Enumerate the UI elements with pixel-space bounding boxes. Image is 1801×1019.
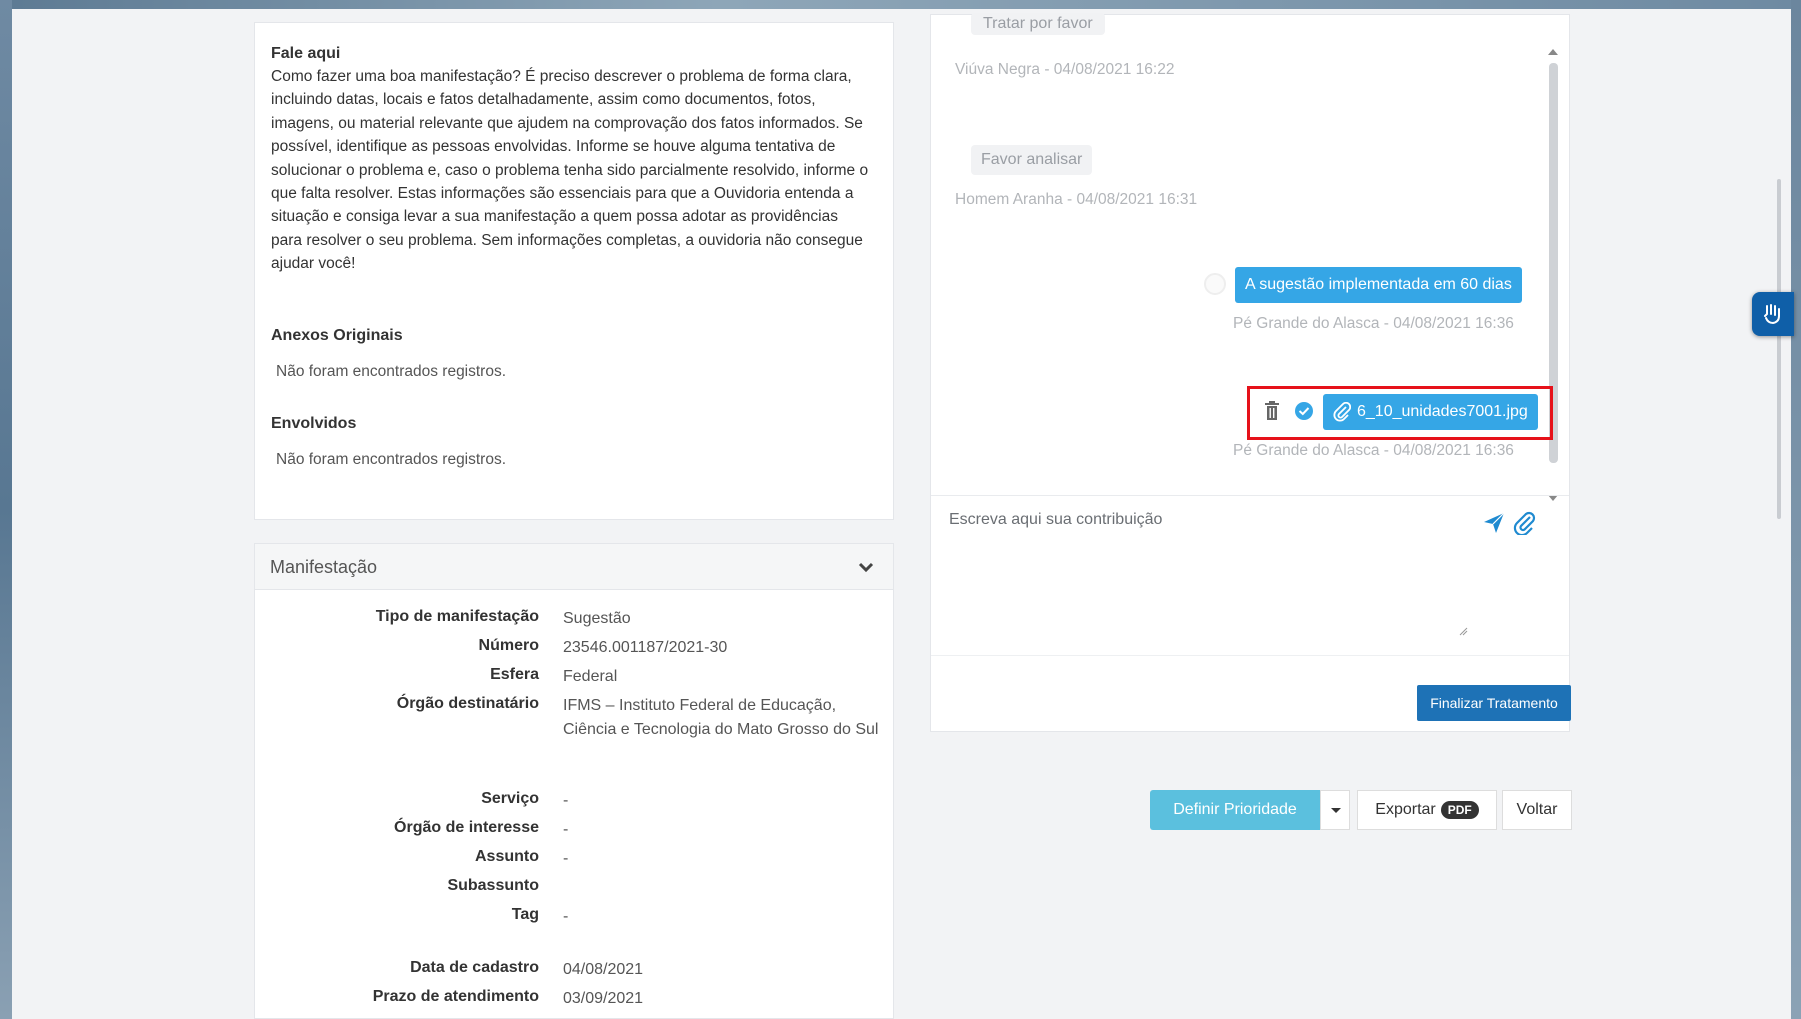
chat-message-own: A sugestão implementada em 60 dias <box>1235 267 1522 303</box>
export-pdf-button[interactable]: Exportar PDF <box>1357 790 1497 830</box>
send-icon[interactable] <box>1482 511 1506 535</box>
field-value: - <box>563 850 569 867</box>
field-value: - <box>563 821 569 838</box>
field-label: Data de cadastro <box>410 959 539 976</box>
anexos-title: Anexos Originais <box>271 327 403 344</box>
scroll-up-icon[interactable] <box>1548 49 1558 55</box>
sign-language-icon <box>1764 304 1780 325</box>
page-scrollbar[interactable] <box>1777 179 1781 519</box>
attach-icon[interactable] <box>1513 511 1537 535</box>
field-label: Tipo de manifestação <box>375 608 539 625</box>
field-label: Assunto <box>475 848 539 865</box>
read-status-icon <box>1204 273 1226 295</box>
field-value: - <box>563 908 569 925</box>
chat-message: Tratar por favor <box>971 13 1105 35</box>
field-label: Subassunto <box>447 877 539 894</box>
highlight-box <box>1247 386 1553 440</box>
field-label: Número <box>478 637 539 654</box>
chat-panel: Tratar por favor Viúva Negra - 04/08/202… <box>930 13 1571 732</box>
chat-scrollbar[interactable] <box>1546 33 1558 513</box>
caret-down-icon <box>1331 808 1341 813</box>
anexos-empty: Não foram encontrados registros. <box>276 363 507 380</box>
divider <box>931 655 1569 656</box>
resize-handle-icon[interactable] <box>1458 626 1468 636</box>
contribution-input[interactable]: Escreva aqui sua contribuição <box>949 511 1469 641</box>
manifestacao-card: Tipo de manifestação Sugestão Número 235… <box>254 590 894 1019</box>
envolvidos-empty: Não foram encontrados registros. <box>276 451 507 468</box>
priority-dropdown-button[interactable] <box>1320 790 1350 830</box>
back-button[interactable]: Voltar <box>1502 790 1572 830</box>
chat-message: Favor analisar <box>971 145 1093 175</box>
chat-message-meta: Viúva Negra - 04/08/2021 16:22 <box>955 61 1175 78</box>
chevron-down-icon[interactable] <box>857 558 875 576</box>
chat-message-meta: Pé Grande do Alasca - 04/08/2021 16:36 <box>1233 315 1514 332</box>
envolvidos-title: Envolvidos <box>271 415 357 432</box>
field-value: Sugestão <box>563 610 631 627</box>
field-value: IFMS – Instituto Federal de Educação, Ci… <box>563 697 879 738</box>
divider <box>931 495 1569 496</box>
field-value: 03/09/2021 <box>563 990 644 1007</box>
field-value: 23546.001187/2021-30 <box>563 639 728 656</box>
field-label: Tag <box>511 906 539 923</box>
set-priority-button[interactable]: Definir Prioridade <box>1150 790 1320 830</box>
field-label: Prazo de atendimento <box>372 988 539 1005</box>
fale-aqui-text: Como fazer uma boa manifestação? É preci… <box>271 68 869 273</box>
fale-aqui-title: Fale aqui <box>271 45 341 62</box>
manifestacao-header[interactable]: Manifestação <box>254 543 894 590</box>
finalize-button[interactable]: Finalizar Tratamento <box>1417 685 1571 721</box>
manifestacao-title: Manifestação <box>270 557 378 577</box>
export-label: Exportar <box>1375 801 1436 818</box>
chat-message-meta: Homem Aranha - 04/08/2021 16:31 <box>955 191 1198 208</box>
pdf-badge: PDF <box>1440 801 1479 819</box>
field-value: Federal <box>563 668 618 685</box>
field-label: Órgão destinatário <box>396 695 539 712</box>
field-value: 04/08/2021 <box>563 961 644 978</box>
field-value: - <box>563 792 569 809</box>
fale-aqui-card: Fale aqui Como fazer uma boa manifestaçã… <box>254 22 894 520</box>
accessibility-widget[interactable] <box>1752 292 1794 336</box>
field-label: Serviço <box>481 790 539 807</box>
field-label: Esfera <box>490 666 539 683</box>
field-label: Órgão de interesse <box>394 819 539 836</box>
chat-message-meta: Pé Grande do Alasca - 04/08/2021 16:36 <box>1233 442 1514 459</box>
